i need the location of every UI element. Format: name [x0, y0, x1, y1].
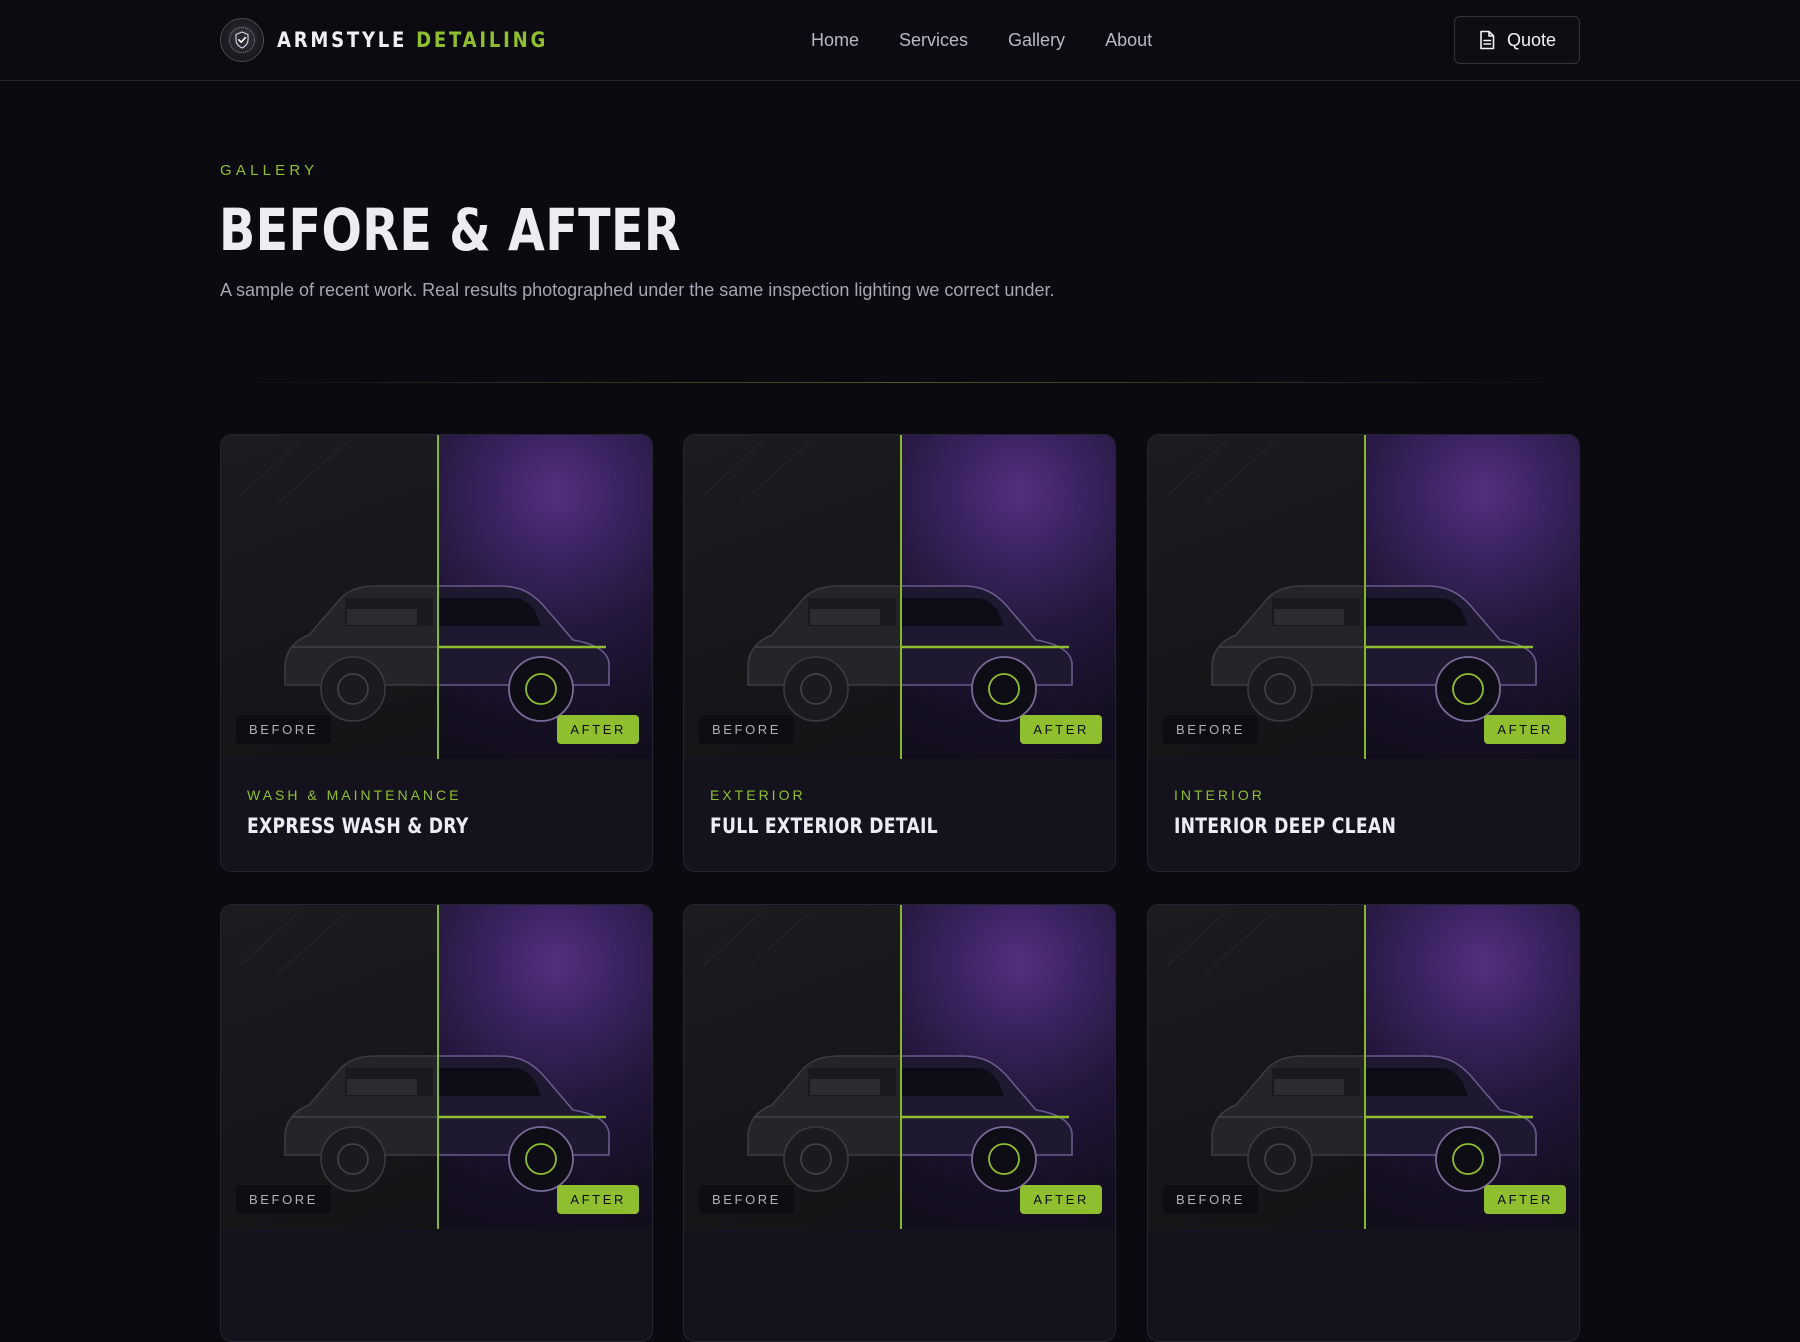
card-body: EXTERIOR FULL EXTERIOR DETAIL: [684, 759, 1115, 871]
after-badge: AFTER: [557, 715, 639, 744]
card-body: WASH & MAINTENANCE EXPRESS WASH & DRY: [221, 759, 652, 871]
before-after-image[interactable]: BEFORE AFTER: [221, 435, 652, 759]
brand-name: ARMSTYLE DETAILING: [277, 28, 548, 52]
before-badge: BEFORE: [1163, 715, 1259, 744]
gallery-card[interactable]: BEFORE AFTER EXTERIOR FULL EXTERIOR DETA…: [683, 434, 1116, 872]
after-badge: AFTER: [1020, 1185, 1102, 1214]
card-title: FULL EXTERIOR DETAIL: [710, 814, 938, 838]
logo-icon: [220, 18, 264, 62]
nav-services[interactable]: Services: [899, 28, 968, 52]
card-body: [221, 1229, 652, 1341]
before-badge: BEFORE: [236, 715, 332, 744]
brand-name-part2: DETAILING: [416, 28, 549, 52]
comparison-divider[interactable]: [900, 905, 902, 1229]
before-badge: BEFORE: [699, 1185, 795, 1214]
comparison-divider[interactable]: [1364, 435, 1366, 759]
nav-home[interactable]: Home: [811, 28, 859, 52]
quote-button[interactable]: Quote: [1454, 16, 1580, 64]
before-after-image[interactable]: BEFORE AFTER: [221, 905, 652, 1229]
page-title: BEFORE & AFTER: [219, 196, 681, 264]
card-category: INTERIOR: [1174, 787, 1265, 803]
card-category: EXTERIOR: [710, 787, 806, 803]
gallery-card[interactable]: BEFORE AFTER: [683, 904, 1116, 1342]
comparison-divider[interactable]: [437, 905, 439, 1229]
after-badge: AFTER: [1484, 1185, 1566, 1214]
brand-name-part1: ARMSTYLE: [277, 28, 408, 52]
page-subtitle: A sample of recent work. Real results ph…: [220, 280, 1055, 300]
document-icon: [1480, 30, 1495, 50]
site-header: ARMSTYLE DETAILING Home Services Gallery…: [0, 0, 1800, 81]
section-eyebrow: GALLERY: [220, 162, 319, 179]
card-body: INTERIOR INTERIOR DEEP CLEAN: [1148, 759, 1579, 871]
after-badge: AFTER: [1020, 715, 1102, 744]
comparison-divider[interactable]: [1364, 905, 1366, 1229]
nav-gallery[interactable]: Gallery: [1008, 28, 1065, 52]
before-after-image[interactable]: BEFORE AFTER: [684, 435, 1115, 759]
before-badge: BEFORE: [699, 715, 795, 744]
before-after-image[interactable]: BEFORE AFTER: [1148, 905, 1579, 1229]
card-category: WASH & MAINTENANCE: [247, 787, 462, 803]
main-nav: Home Services Gallery About: [811, 28, 1192, 52]
gallery-card[interactable]: BEFORE AFTER INTERIOR INTERIOR DEEP CLEA…: [1147, 434, 1580, 872]
card-title: INTERIOR DEEP CLEAN: [1174, 814, 1397, 838]
comparison-divider[interactable]: [900, 435, 902, 759]
gallery-card[interactable]: BEFORE AFTER WASH & MAINTENANCE EXPRESS …: [220, 434, 653, 872]
gallery-card[interactable]: BEFORE AFTER: [1147, 904, 1580, 1342]
brand[interactable]: ARMSTYLE DETAILING: [220, 18, 592, 62]
nav-about[interactable]: About: [1105, 28, 1152, 52]
gallery-card[interactable]: BEFORE AFTER: [220, 904, 653, 1342]
card-body: [1148, 1229, 1579, 1341]
before-after-image[interactable]: BEFORE AFTER: [684, 905, 1115, 1229]
section-divider: [220, 382, 1580, 383]
card-body: [684, 1229, 1115, 1341]
before-badge: BEFORE: [1163, 1185, 1259, 1214]
after-badge: AFTER: [557, 1185, 639, 1214]
card-title: EXPRESS WASH & DRY: [247, 814, 469, 838]
before-badge: BEFORE: [236, 1185, 332, 1214]
comparison-divider[interactable]: [437, 435, 439, 759]
after-badge: AFTER: [1484, 715, 1566, 744]
quote-button-label: Quote: [1506, 29, 1557, 50]
before-after-image[interactable]: BEFORE AFTER: [1148, 435, 1579, 759]
